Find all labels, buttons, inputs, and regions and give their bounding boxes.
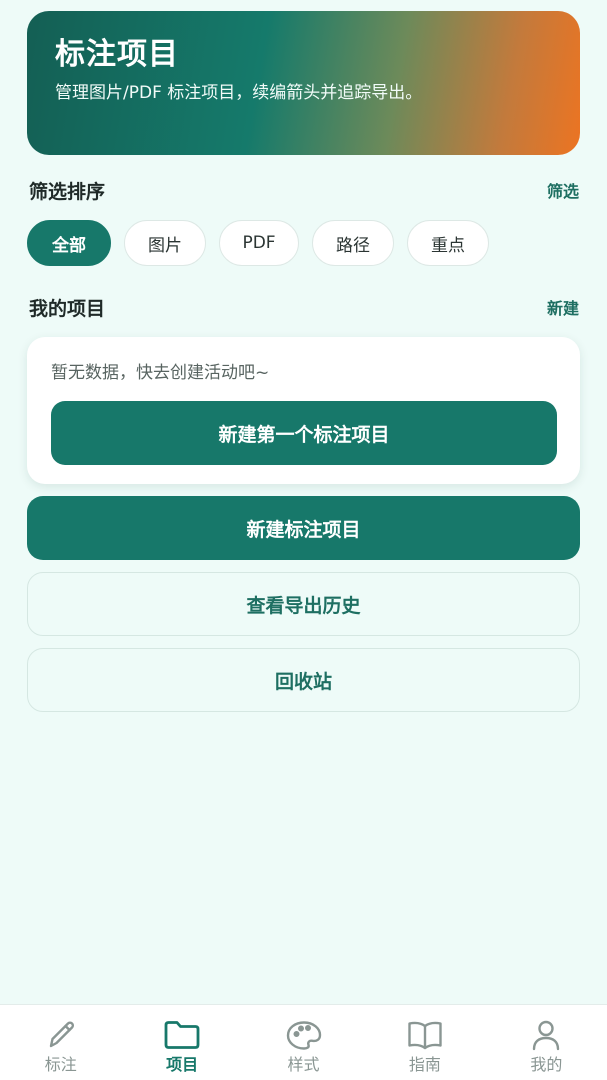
filter-section-header: 筛选排序 筛选 [29,175,579,205]
tab-annotate[interactable]: 标注 [0,1005,121,1080]
chip-path[interactable]: 路径 [312,220,394,266]
pencil-icon [49,1021,74,1048]
new-project-link[interactable]: 新建 [547,295,579,319]
tab-mine[interactable]: 我的 [486,1005,607,1080]
tab-guide-label: 指南 [408,1055,441,1074]
projects-section-header: 我的项目 新建 [29,292,579,322]
export-history-button[interactable]: 查看导出历史 [27,572,580,636]
book-icon [408,1021,442,1050]
chip-all[interactable]: 全部 [27,220,111,266]
tab-mine-label: 我的 [530,1055,563,1074]
filter-button[interactable]: 筛选 [547,178,579,202]
person-icon [533,1020,560,1051]
tab-style-label: 样式 [287,1055,320,1074]
projects-section-title: 我的项目 [29,297,106,320]
palette-icon [286,1021,321,1050]
chip-pdf[interactable]: PDF [219,220,299,266]
new-annotation-project-button[interactable]: 新建标注项目 [27,496,580,560]
hero-subtitle: 管理图片/PDF 标注项目，续编箭头并追踪导出。 [55,83,423,103]
hero-title: 标注项目 [55,37,179,72]
chip-key[interactable]: 重点 [407,220,489,266]
bottom-tab-bar: 标注 项目 样式 指南 我的 [0,1004,607,1080]
projects-page: 标注项目 管理图片/PDF 标注项目，续编箭头并追踪导出。 筛选排序 筛选 全部… [0,0,607,1080]
tab-projects[interactable]: 项目 [121,1005,242,1080]
tab-projects-label: 项目 [166,1055,199,1074]
chip-image[interactable]: 图片 [124,220,206,266]
tab-annotate-label: 标注 [44,1055,77,1074]
hero-banner: 标注项目 管理图片/PDF 标注项目，续编箭头并追踪导出。 [27,11,580,155]
tab-style[interactable]: 样式 [243,1005,364,1080]
create-first-project-button[interactable]: 新建第一个标注项目 [51,401,557,465]
empty-state-card: 暂无数据，快去创建活动吧~ 新建第一个标注项目 [27,337,580,484]
filter-section-title: 筛选排序 [29,180,106,203]
empty-state-text: 暂无数据，快去创建活动吧~ [51,363,270,383]
filter-chip-group: 全部 图片 PDF 路径 重点 [27,220,489,266]
folder-icon [164,1021,200,1049]
tab-guide[interactable]: 指南 [364,1005,485,1080]
recycle-bin-button[interactable]: 回收站 [27,648,580,712]
